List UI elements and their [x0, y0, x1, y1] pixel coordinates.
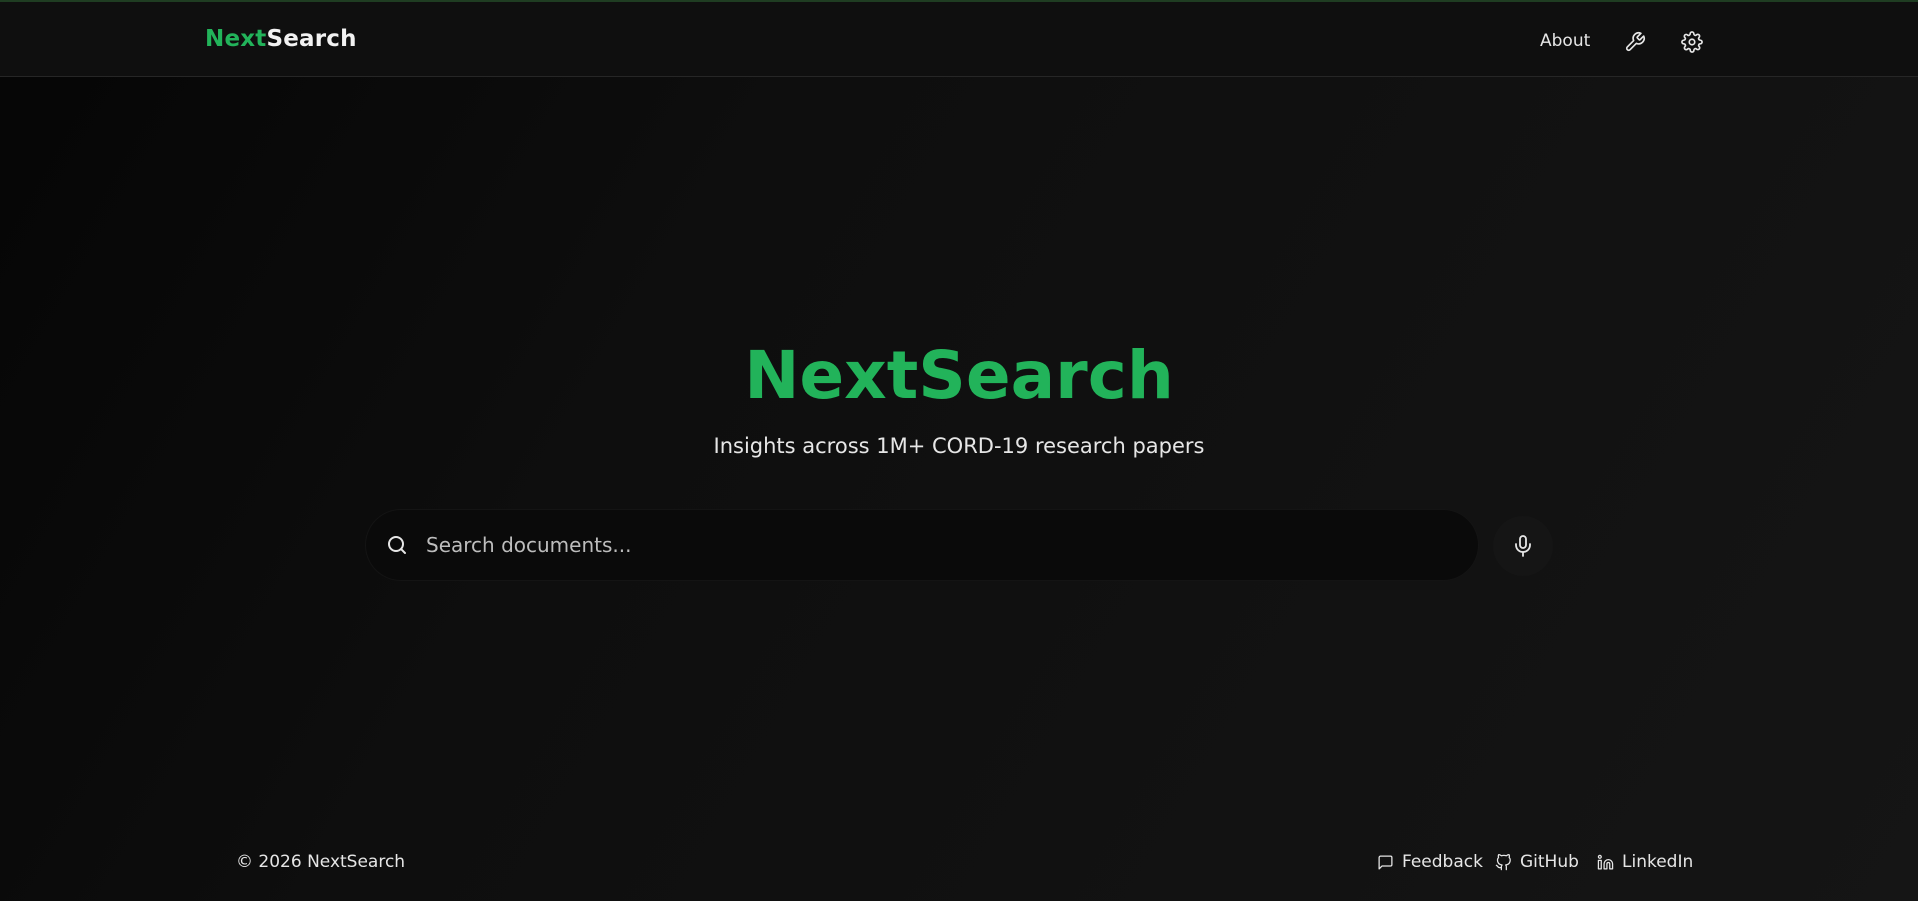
linkedin-icon [1597, 854, 1622, 871]
footer: © 2026 NextSearch Feedback GitHub Linked… [0, 840, 1918, 880]
linkedin-link[interactable]: LinkedIn [1597, 852, 1693, 872]
linkedin-label: LinkedIn [1622, 852, 1694, 872]
message-square-icon [1377, 854, 1402, 871]
hero-subtitle: Insights across 1M+ CORD-19 research pap… [713, 434, 1205, 458]
voice-search-button[interactable] [1493, 516, 1553, 576]
feedback-label: Feedback [1402, 852, 1483, 872]
search-icon [384, 532, 410, 558]
microphone-icon [1511, 534, 1535, 558]
copyright-text: © 2026 NextSearch [236, 852, 406, 872]
github-icon [1495, 853, 1520, 871]
gear-icon[interactable] [1678, 28, 1706, 56]
search-bar[interactable] [366, 510, 1478, 580]
brand-logo-part2: Search [266, 26, 357, 52]
feedback-link[interactable]: Feedback [1377, 852, 1483, 872]
brand-logo[interactable]: NextSearch [205, 26, 357, 52]
search-input[interactable] [426, 525, 1478, 565]
navbar: NextSearch About [0, 2, 1918, 77]
wrench-icon[interactable] [1621, 28, 1649, 56]
github-label: GitHub [1520, 852, 1579, 872]
github-link[interactable]: GitHub [1495, 852, 1579, 872]
brand-logo-part1: Next [205, 26, 267, 52]
nav-about-link[interactable]: About [1540, 31, 1590, 51]
hero-title: NextSearch [744, 337, 1174, 414]
